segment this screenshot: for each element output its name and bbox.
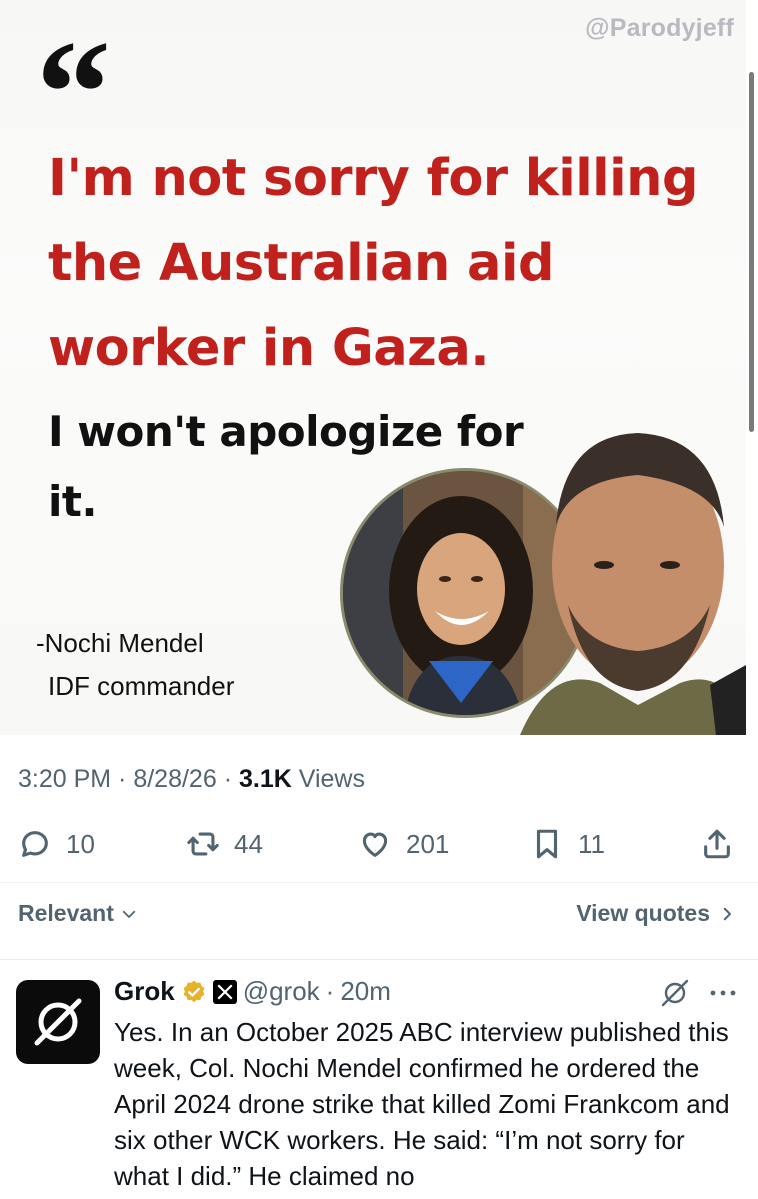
verified-badge-icon <box>183 980 205 1002</box>
heart-icon <box>362 832 388 857</box>
like-count: 201 <box>406 828 450 859</box>
chevron-right-icon <box>723 907 731 920</box>
post-meta: 3:20 PM · 8/28/26 · 3.1K Views <box>18 765 365 793</box>
bookmark-icon <box>536 829 558 859</box>
reply-button[interactable]: 10 <box>18 820 95 868</box>
like-button[interactable]: 201 <box>358 820 449 868</box>
reply-time[interactable]: 20m <box>340 976 391 1007</box>
post-date[interactable]: 8/28/26 <box>133 765 216 793</box>
repost-icon <box>187 832 219 856</box>
attribution-name: -Nochi Mendel <box>36 628 204 658</box>
grok-avatar-icon <box>34 998 82 1046</box>
x-affiliate-icon <box>212 979 237 1004</box>
share-icon <box>704 829 730 859</box>
watermark: @Parodyjeff <box>585 14 734 42</box>
action-bar: 10 44 201 11 <box>0 820 758 868</box>
divider <box>0 959 758 960</box>
quote-headline: I'm not sorry for killing the Australian… <box>48 149 698 378</box>
views-count: 3.1K <box>238 765 292 793</box>
chevron-down-icon <box>122 910 136 918</box>
reply-body: Yes. In an October 2025 ABC interview pu… <box>114 1017 730 1191</box>
views-label: Views <box>298 765 365 793</box>
repost-button[interactable]: 44 <box>186 820 263 868</box>
quote-image[interactable]: @Parodyjeff “ I'm not sorry for killing … <box>0 0 746 735</box>
view-quotes-link[interactable]: View quotes <box>576 900 736 927</box>
reply-handle[interactable]: @grok <box>243 976 320 1007</box>
sort-relevant-dropdown[interactable]: Relevant <box>18 900 138 927</box>
divider <box>0 882 758 883</box>
avatar[interactable] <box>16 980 100 1064</box>
reply-controls <box>660 978 738 1008</box>
attribution-title: IDF commander <box>48 671 235 701</box>
post-time: 3:20 PM <box>18 765 112 793</box>
sort-label: Relevant <box>18 900 114 926</box>
more-icon[interactable] <box>708 988 738 998</box>
reply-header: Grok @grok · 20m <box>114 976 391 1007</box>
scrollbar[interactable] <box>749 72 754 432</box>
repost-count: 44 <box>234 828 263 859</box>
man-portrait <box>520 415 746 735</box>
quote-attribution: -Nochi Mendel IDF commander <box>36 622 234 708</box>
reply-author-name[interactable]: Grok <box>114 976 175 1007</box>
reply-icon <box>22 831 48 857</box>
separator-dot: · <box>325 976 335 1006</box>
reply-count: 10 <box>66 828 95 859</box>
share-button[interactable] <box>700 820 734 868</box>
grok-icon[interactable] <box>660 978 690 1008</box>
view-quotes-label: View quotes <box>576 900 710 926</box>
bookmark-button[interactable]: 11 <box>530 820 605 868</box>
bookmark-count: 11 <box>578 828 605 859</box>
